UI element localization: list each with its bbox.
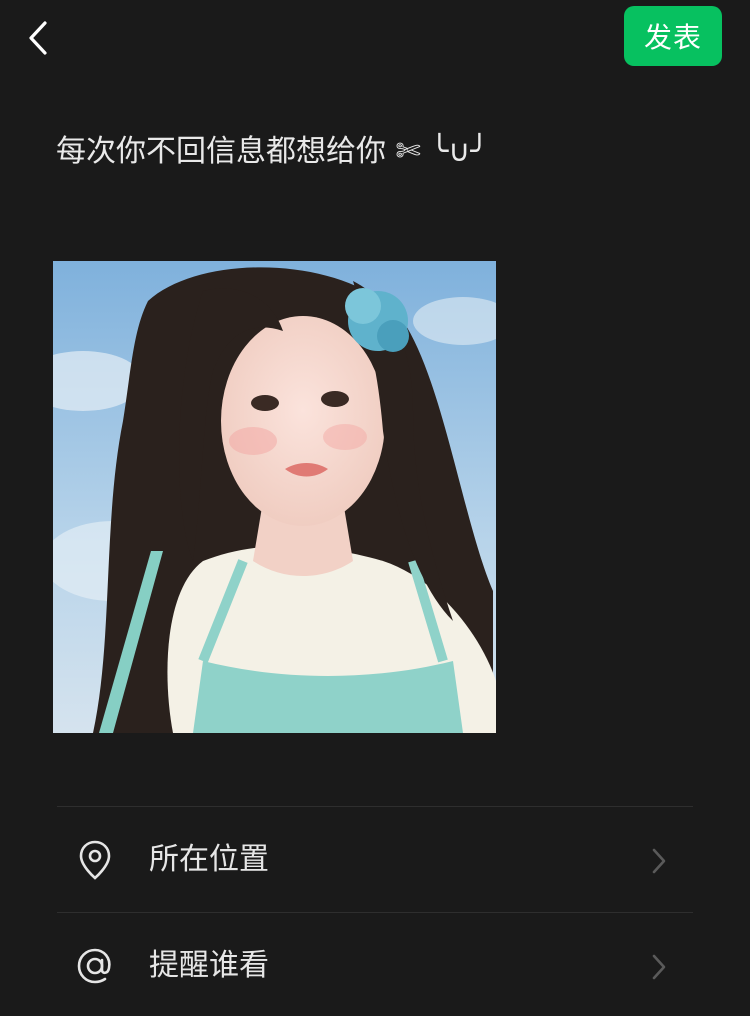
top-bar: 发表 [0, 0, 750, 80]
chevron-left-icon [29, 21, 47, 55]
location-option[interactable]: 所在位置 [57, 810, 693, 910]
attached-photo[interactable] [53, 261, 496, 733]
post-text[interactable]: 每次你不回信息都想给你 ✄ ╰∪╯ [56, 130, 696, 174]
chevron-right-icon [652, 954, 666, 980]
at-sign-icon [73, 944, 117, 988]
chevron-right-icon [652, 848, 666, 874]
mention-option[interactable]: 提醒谁看 [57, 916, 693, 1016]
back-button[interactable] [18, 16, 58, 60]
location-label: 所在位置 [149, 842, 269, 877]
photo-illustration [53, 261, 496, 733]
mention-label: 提醒谁看 [149, 948, 269, 983]
publish-button[interactable]: 发表 [624, 6, 722, 66]
divider [57, 806, 693, 807]
divider [57, 912, 693, 913]
location-pin-icon [73, 838, 117, 882]
